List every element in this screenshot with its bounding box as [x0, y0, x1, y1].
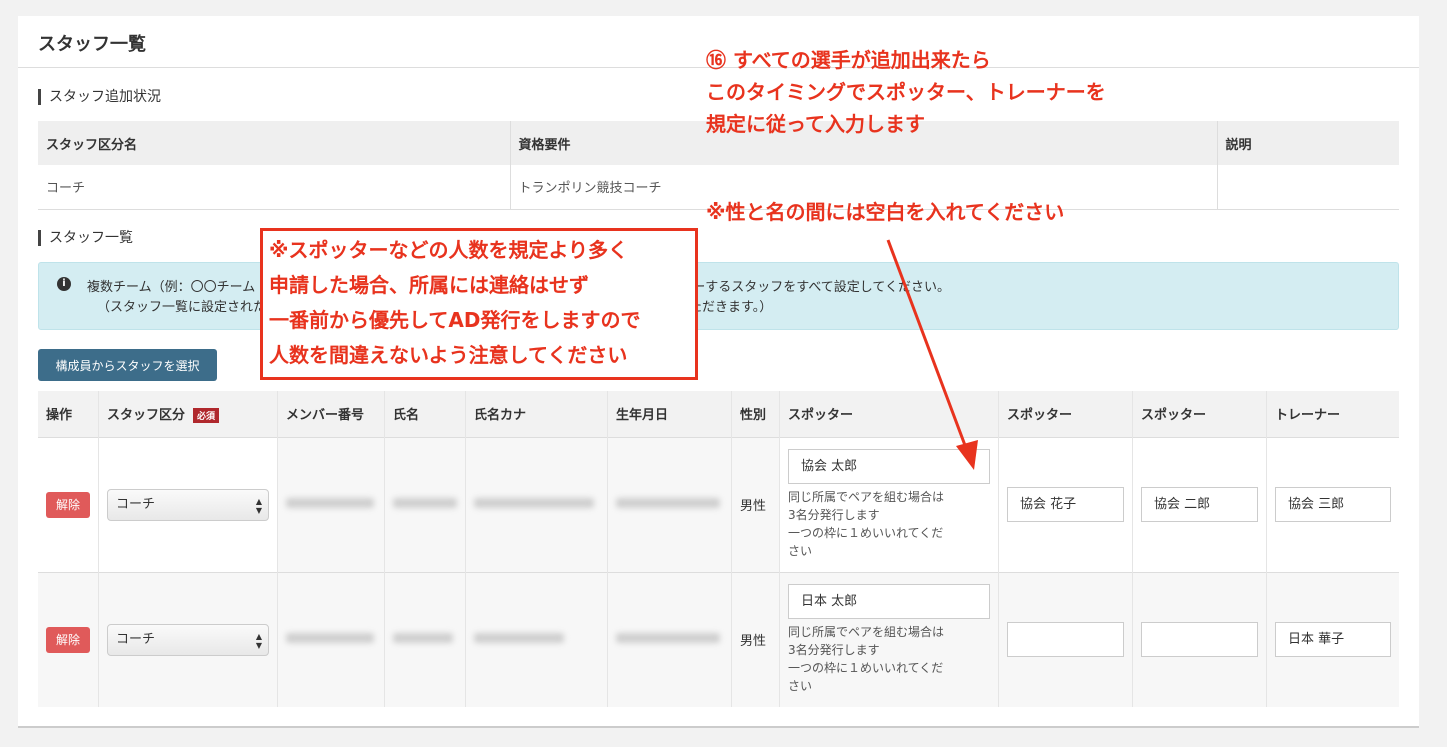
arrow-shaft	[886, 239, 968, 449]
arrow-head-icon	[956, 440, 978, 470]
annotation-arrow	[886, 239, 978, 470]
